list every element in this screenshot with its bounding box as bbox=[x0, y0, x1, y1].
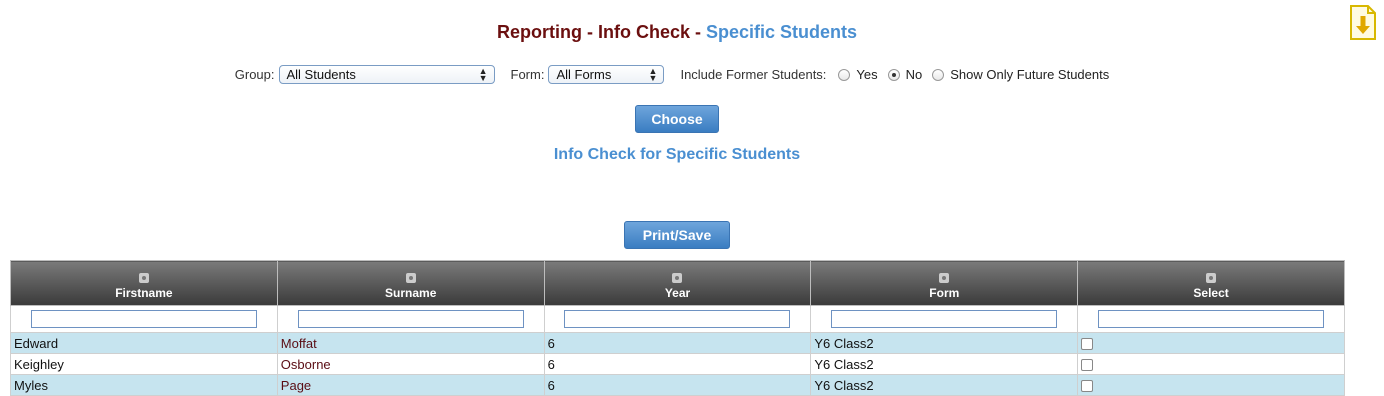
form-label: Form: bbox=[510, 67, 545, 82]
select-arrows-icon: ▲ ▼ bbox=[478, 65, 488, 83]
cell-surname: Osborne bbox=[276, 353, 545, 375]
page-title: Reporting - Info Check - Specific Studen… bbox=[0, 22, 1354, 43]
students-table: Firstname Surname Year Form Select Edwar… bbox=[10, 260, 1345, 396]
page-title-prefix: Reporting - Info Check - bbox=[496, 22, 706, 42]
column-header-label: Form bbox=[929, 285, 960, 300]
cell-form: Y6 Class2 bbox=[810, 353, 1079, 375]
radio-future[interactable] bbox=[932, 68, 945, 81]
cell-form: Y6 Class2 bbox=[810, 374, 1079, 396]
sort-icon[interactable] bbox=[1206, 272, 1217, 283]
sort-icon[interactable] bbox=[138, 272, 149, 283]
select-arrows-icon: ▲ ▼ bbox=[648, 65, 658, 83]
page-title-highlight: Specific Students bbox=[705, 22, 858, 42]
radio-yes[interactable] bbox=[838, 68, 851, 81]
cell-year: 6 bbox=[543, 353, 812, 375]
section-subtitle: Info Check for Specific Students bbox=[553, 146, 801, 163]
column-header-firstname[interactable]: Firstname bbox=[10, 260, 278, 306]
cell-select bbox=[1077, 332, 1345, 354]
filter-row bbox=[10, 305, 1345, 333]
filter-bar: Group: All Students ▲ ▼ Form: All Forms ▲… bbox=[0, 65, 1354, 84]
row-select-checkbox[interactable] bbox=[1081, 380, 1094, 393]
group-select-value: All Students bbox=[286, 67, 356, 82]
column-header-label: Firstname bbox=[115, 285, 173, 300]
radio-option-future[interactable]: Show Only Future Students bbox=[932, 67, 1109, 82]
cell-year: 6 bbox=[543, 332, 812, 354]
sort-icon[interactable] bbox=[405, 272, 416, 283]
filter-cell bbox=[1077, 305, 1345, 333]
row-select-checkbox[interactable] bbox=[1081, 338, 1094, 351]
cell-firstname: Edward bbox=[10, 332, 278, 354]
column-header-surname[interactable]: Surname bbox=[276, 260, 545, 306]
cell-surname: Moffat bbox=[276, 332, 545, 354]
filter-cell bbox=[810, 305, 1079, 333]
choose-button[interactable]: Choose bbox=[635, 105, 719, 133]
filter-cell bbox=[276, 305, 545, 333]
radio-option-no[interactable]: No bbox=[887, 67, 923, 82]
radio-option-yes[interactable]: Yes bbox=[838, 67, 878, 82]
surname-filter-input[interactable] bbox=[297, 310, 524, 328]
select-filter-input[interactable] bbox=[1098, 310, 1325, 328]
column-header-label: Select bbox=[1193, 285, 1229, 300]
radio-future-label: Show Only Future Students bbox=[950, 67, 1110, 82]
table-row: Myles Page 6 Y6 Class2 bbox=[10, 374, 1345, 396]
table-header-row: Firstname Surname Year Form Select bbox=[10, 260, 1345, 306]
filter-cell bbox=[543, 305, 812, 333]
table-row: Keighley Osborne 6 Y6 Class2 bbox=[10, 353, 1345, 375]
cell-firstname: Myles bbox=[10, 374, 278, 396]
table-row: Edward Moffat 6 Y6 Class2 bbox=[10, 332, 1345, 354]
radio-yes-label: Yes bbox=[856, 67, 878, 82]
form-select-value: All Forms bbox=[556, 67, 612, 82]
cell-surname: Page bbox=[276, 374, 545, 396]
former-students-label: Include Former Students: bbox=[680, 67, 827, 82]
radio-no[interactable] bbox=[887, 68, 900, 81]
column-header-year[interactable]: Year bbox=[543, 260, 812, 306]
cell-select bbox=[1077, 374, 1345, 396]
group-label: Group: bbox=[234, 67, 275, 82]
row-select-checkbox[interactable] bbox=[1081, 359, 1094, 372]
cell-year: 6 bbox=[543, 374, 812, 396]
year-filter-input[interactable] bbox=[564, 310, 791, 328]
print-save-button[interactable]: Print/Save bbox=[624, 221, 730, 249]
form-select[interactable]: All Forms ▲ ▼ bbox=[548, 65, 665, 84]
column-header-label: Year bbox=[664, 285, 691, 300]
firstname-filter-input[interactable] bbox=[30, 310, 257, 328]
cell-firstname: Keighley bbox=[10, 353, 278, 375]
radio-no-label: No bbox=[905, 67, 923, 82]
sort-icon[interactable] bbox=[939, 272, 950, 283]
column-header-form[interactable]: Form bbox=[810, 260, 1079, 306]
download-document-icon[interactable] bbox=[1348, 4, 1378, 42]
sort-icon[interactable] bbox=[672, 272, 683, 283]
column-header-label: Surname bbox=[385, 285, 437, 300]
cell-form: Y6 Class2 bbox=[810, 332, 1079, 354]
form-filter-input[interactable] bbox=[831, 310, 1058, 328]
filter-cell bbox=[10, 305, 278, 333]
column-header-select[interactable]: Select bbox=[1077, 260, 1345, 306]
cell-select bbox=[1077, 353, 1345, 375]
group-select[interactable]: All Students ▲ ▼ bbox=[278, 65, 495, 84]
